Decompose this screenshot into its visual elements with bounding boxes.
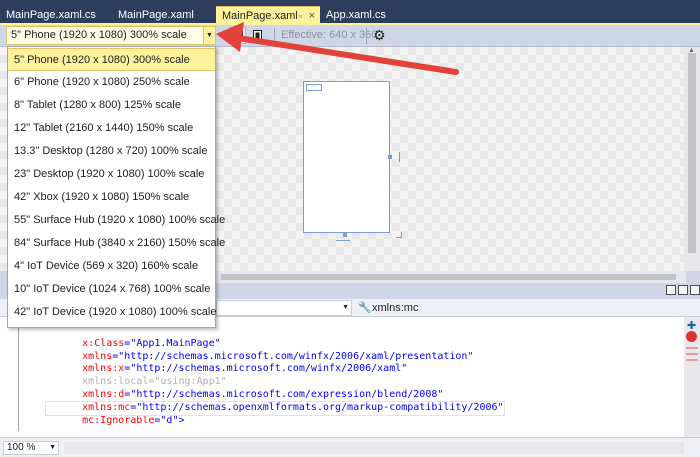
scrollbar-thumb[interactable] bbox=[688, 53, 696, 253]
scrollbar-thumb[interactable] bbox=[221, 274, 676, 280]
page-artboard[interactable]: ··· bbox=[303, 81, 390, 233]
landscape-orientation-button[interactable] bbox=[229, 27, 246, 44]
code-line: mc:Ignorable="d"> bbox=[82, 414, 185, 426]
device-select[interactable]: 5" Phone (1920 x 1080) 300% scale ▼ bbox=[6, 26, 216, 45]
device-option[interactable]: 23" Desktop (1920 x 1080) 100% scale bbox=[8, 163, 215, 186]
canvas-horizontal-scrollbar[interactable] bbox=[216, 271, 686, 283]
tab-label: MainPage.xaml bbox=[222, 10, 298, 22]
device-option[interactable]: 10" IoT Device (1024 x 768) 100% scale bbox=[8, 278, 215, 301]
device-option[interactable]: 42" IoT Device (1920 x 1080) 100% scale bbox=[8, 301, 216, 324]
toolbar-separator bbox=[366, 28, 367, 44]
device-option[interactable]: 8" Tablet (1280 x 800) 125% scale bbox=[8, 94, 215, 117]
code-line: xmlns:d="http://schemas.microsoft.com/ex… bbox=[82, 388, 444, 400]
code-line: xmlns:x="http://schemas.microsoft.com/wi… bbox=[82, 363, 408, 375]
artboard-tag: ··· bbox=[306, 84, 322, 91]
tab-label: MainPage.xaml bbox=[118, 9, 194, 21]
chevron-down-icon[interactable]: ▼ bbox=[203, 27, 215, 44]
designer-toolbar: 5" Phone (1920 x 1080) 300% scale ▼ Effe… bbox=[0, 25, 700, 47]
device-option[interactable]: 84" Surface Hub (3840 x 2160) 150% scale bbox=[8, 232, 225, 255]
device-option[interactable]: 13.3" Desktop (1280 x 720) 100% scale bbox=[8, 140, 215, 163]
editor-vertical-scrollbar[interactable]: ✚ bbox=[684, 317, 700, 437]
device-option[interactable]: 4" IoT Device (569 x 320) 160% scale bbox=[8, 255, 215, 278]
error-marker[interactable] bbox=[686, 347, 698, 349]
vertical-split-icon[interactable] bbox=[690, 285, 700, 295]
code-line: xmlns:mc="http://schemas.openxmlformats.… bbox=[45, 400, 505, 416]
device-option[interactable]: 55" Surface Hub (1920 x 1080) 100% scale bbox=[8, 209, 225, 232]
gear-icon[interactable]: ⚙ bbox=[373, 26, 386, 45]
device-option[interactable]: 12" Tablet (2160 x 1440) 150% scale bbox=[8, 117, 215, 140]
device-option[interactable]: 42" Xbox (1920 x 1080) 150% scale bbox=[8, 186, 215, 209]
toolbar-separator bbox=[274, 28, 275, 44]
device-select-value: 5" Phone (1920 x 1080) 300% scale bbox=[11, 29, 187, 41]
editor-horizontal-scrollbar[interactable] bbox=[64, 442, 684, 454]
editor-gutter bbox=[0, 317, 44, 437]
tab-mainpage-xaml-active[interactable]: MainPage.xaml ▫ × bbox=[216, 6, 320, 24]
document-tab-strip: MainPage.xaml.cs MainPage.xaml MainPage.… bbox=[0, 0, 700, 24]
wrench-icon: 🔧 bbox=[358, 302, 372, 314]
chevron-down-icon[interactable]: ▼ bbox=[342, 301, 349, 315]
element-scope-select[interactable]: ▼ bbox=[216, 300, 352, 316]
portrait-orientation-button[interactable] bbox=[249, 27, 266, 44]
swap-panes-icon[interactable] bbox=[666, 285, 676, 295]
code-line: xmlns:local="using:App1" bbox=[82, 376, 227, 388]
editor-status-bar: 100 % ▼ bbox=[0, 437, 700, 457]
tab-mainpage-xaml-cs[interactable]: MainPage.xaml.cs bbox=[0, 6, 112, 24]
chevron-down-icon[interactable]: ▼ bbox=[49, 442, 56, 454]
error-marker[interactable] bbox=[686, 359, 698, 361]
device-option[interactable]: 6" Phone (1920 x 1080) 250% scale bbox=[8, 71, 215, 94]
effective-size-label: Effective: 640 x 360 bbox=[281, 29, 378, 41]
resize-guide bbox=[399, 152, 400, 162]
error-indicator-icon[interactable] bbox=[686, 331, 697, 342]
device-option[interactable]: 5" Phone (1920 x 1080) 300% scale bbox=[8, 48, 215, 71]
code-block[interactable]: x:Class="App1.MainPage" xmlns="http://sc… bbox=[45, 325, 505, 440]
canvas-vertical-scrollbar[interactable]: ▲ bbox=[684, 47, 700, 271]
zoom-select[interactable]: 100 % ▼ bbox=[3, 441, 59, 455]
zoom-value: 100 % bbox=[7, 442, 36, 453]
error-marker[interactable] bbox=[686, 353, 698, 355]
landscape-icon bbox=[232, 31, 243, 40]
member-select-value[interactable]: xmlns:mc bbox=[372, 299, 418, 317]
code-line: xmlns="http://schemas.microsoft.com/winf… bbox=[82, 350, 474, 362]
code-line: x:Class="App1.MainPage" bbox=[82, 337, 221, 349]
resize-handle[interactable] bbox=[388, 155, 392, 159]
resize-handle[interactable] bbox=[343, 233, 347, 237]
resize-guide bbox=[336, 240, 350, 241]
resize-corner-guide bbox=[401, 232, 402, 238]
portrait-icon bbox=[253, 29, 262, 42]
device-dropdown-list[interactable]: 5" Phone (1920 x 1080) 300% scale 6" Pho… bbox=[7, 46, 225, 328]
tab-label: MainPage.xaml.cs bbox=[6, 9, 96, 21]
tab-label: App.xaml.cs bbox=[326, 9, 386, 21]
outline-line bbox=[18, 321, 19, 431]
tab-mainpage-xaml-1[interactable]: MainPage.xaml bbox=[112, 6, 216, 24]
horizontal-split-icon[interactable] bbox=[678, 285, 688, 295]
tab-app-xaml-cs[interactable]: App.xaml.cs bbox=[320, 6, 410, 24]
